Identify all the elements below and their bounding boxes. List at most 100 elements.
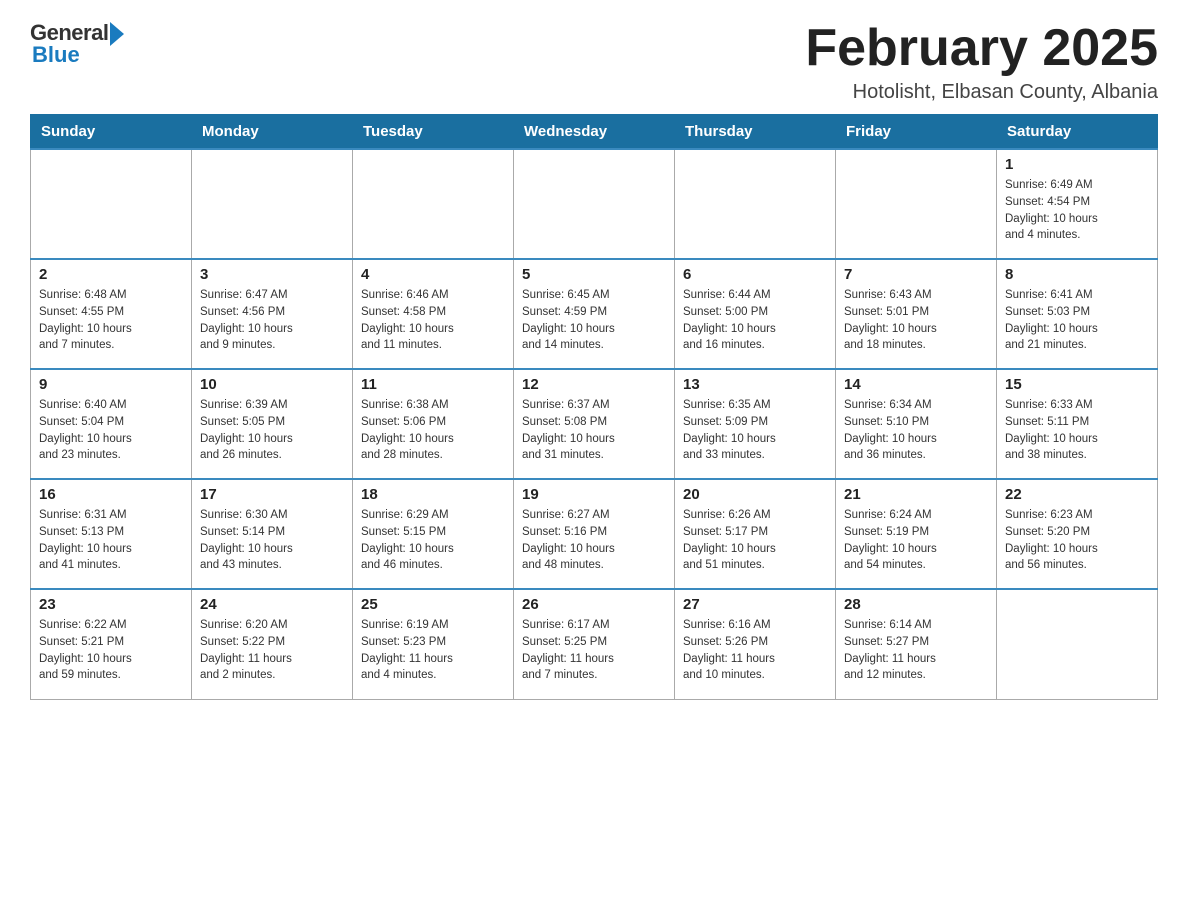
day-info: Sunrise: 6:35 AM Sunset: 5:09 PM Dayligh… <box>683 397 827 464</box>
day-number: 19 <box>522 486 666 503</box>
calendar-week-row: 2 Sunrise: 6:48 AM Sunset: 4:55 PM Daylig… <box>31 259 1158 369</box>
day-number: 9 <box>39 376 183 393</box>
day-info: Sunrise: 6:48 AM Sunset: 4:55 PM Dayligh… <box>39 287 183 354</box>
calendar-day-cell: 3 Sunrise: 6:47 AM Sunset: 4:56 PM Daylig… <box>192 259 353 369</box>
day-number: 14 <box>844 376 988 393</box>
calendar-day-header: Friday <box>836 115 997 150</box>
day-info: Sunrise: 6:17 AM Sunset: 5:25 PM Dayligh… <box>522 617 666 684</box>
calendar-day-cell <box>675 149 836 259</box>
day-info: Sunrise: 6:30 AM Sunset: 5:14 PM Dayligh… <box>200 507 344 574</box>
day-number: 11 <box>361 376 505 393</box>
calendar-day-cell: 21 Sunrise: 6:24 AM Sunset: 5:19 PM Dayli… <box>836 479 997 589</box>
calendar-day-cell <box>514 149 675 259</box>
logo: General Blue <box>30 20 124 68</box>
calendar-day-cell <box>353 149 514 259</box>
calendar-day-cell: 22 Sunrise: 6:23 AM Sunset: 5:20 PM Dayli… <box>997 479 1158 589</box>
calendar-day-cell: 13 Sunrise: 6:35 AM Sunset: 5:09 PM Dayli… <box>675 369 836 479</box>
calendar-day-cell <box>997 589 1158 699</box>
logo-blue-text: Blue <box>32 42 80 68</box>
calendar-day-cell: 25 Sunrise: 6:19 AM Sunset: 5:23 PM Dayli… <box>353 589 514 699</box>
day-number: 6 <box>683 266 827 283</box>
calendar-week-row: 1 Sunrise: 6:49 AM Sunset: 4:54 PM Daylig… <box>31 149 1158 259</box>
day-number: 18 <box>361 486 505 503</box>
day-info: Sunrise: 6:40 AM Sunset: 5:04 PM Dayligh… <box>39 397 183 464</box>
day-info: Sunrise: 6:14 AM Sunset: 5:27 PM Dayligh… <box>844 617 988 684</box>
day-number: 27 <box>683 596 827 613</box>
calendar-day-cell: 8 Sunrise: 6:41 AM Sunset: 5:03 PM Daylig… <box>997 259 1158 369</box>
day-number: 8 <box>1005 266 1149 283</box>
day-info: Sunrise: 6:37 AM Sunset: 5:08 PM Dayligh… <box>522 397 666 464</box>
day-info: Sunrise: 6:19 AM Sunset: 5:23 PM Dayligh… <box>361 617 505 684</box>
calendar-day-header: Thursday <box>675 115 836 150</box>
calendar-day-cell: 18 Sunrise: 6:29 AM Sunset: 5:15 PM Dayli… <box>353 479 514 589</box>
calendar-day-cell: 10 Sunrise: 6:39 AM Sunset: 5:05 PM Dayli… <box>192 369 353 479</box>
day-info: Sunrise: 6:41 AM Sunset: 5:03 PM Dayligh… <box>1005 287 1149 354</box>
day-info: Sunrise: 6:16 AM Sunset: 5:26 PM Dayligh… <box>683 617 827 684</box>
day-info: Sunrise: 6:23 AM Sunset: 5:20 PM Dayligh… <box>1005 507 1149 574</box>
day-number: 13 <box>683 376 827 393</box>
day-number: 5 <box>522 266 666 283</box>
day-info: Sunrise: 6:34 AM Sunset: 5:10 PM Dayligh… <box>844 397 988 464</box>
calendar-week-row: 9 Sunrise: 6:40 AM Sunset: 5:04 PM Daylig… <box>31 369 1158 479</box>
day-number: 25 <box>361 596 505 613</box>
calendar-day-header: Tuesday <box>353 115 514 150</box>
calendar-header-row: SundayMondayTuesdayWednesdayThursdayFrid… <box>31 115 1158 150</box>
day-info: Sunrise: 6:39 AM Sunset: 5:05 PM Dayligh… <box>200 397 344 464</box>
day-number: 3 <box>200 266 344 283</box>
logo-arrow-icon <box>110 22 124 46</box>
calendar-day-cell: 28 Sunrise: 6:14 AM Sunset: 5:27 PM Dayli… <box>836 589 997 699</box>
day-info: Sunrise: 6:20 AM Sunset: 5:22 PM Dayligh… <box>200 617 344 684</box>
calendar-day-cell: 9 Sunrise: 6:40 AM Sunset: 5:04 PM Daylig… <box>31 369 192 479</box>
day-info: Sunrise: 6:47 AM Sunset: 4:56 PM Dayligh… <box>200 287 344 354</box>
calendar-day-header: Monday <box>192 115 353 150</box>
calendar-day-cell: 5 Sunrise: 6:45 AM Sunset: 4:59 PM Daylig… <box>514 259 675 369</box>
calendar-day-header: Saturday <box>997 115 1158 150</box>
day-number: 26 <box>522 596 666 613</box>
calendar-day-cell: 27 Sunrise: 6:16 AM Sunset: 5:26 PM Dayli… <box>675 589 836 699</box>
day-info: Sunrise: 6:31 AM Sunset: 5:13 PM Dayligh… <box>39 507 183 574</box>
calendar-day-cell: 7 Sunrise: 6:43 AM Sunset: 5:01 PM Daylig… <box>836 259 997 369</box>
calendar-day-cell: 12Sunrise: 6:37 AM Sunset: 5:08 PM Dayli… <box>514 369 675 479</box>
day-info: Sunrise: 6:22 AM Sunset: 5:21 PM Dayligh… <box>39 617 183 684</box>
calendar-day-cell: 16 Sunrise: 6:31 AM Sunset: 5:13 PM Dayli… <box>31 479 192 589</box>
day-number: 7 <box>844 266 988 283</box>
calendar-day-cell: 2 Sunrise: 6:48 AM Sunset: 4:55 PM Daylig… <box>31 259 192 369</box>
calendar-day-cell: 24Sunrise: 6:20 AM Sunset: 5:22 PM Dayli… <box>192 589 353 699</box>
day-info: Sunrise: 6:29 AM Sunset: 5:15 PM Dayligh… <box>361 507 505 574</box>
calendar-day-cell: 19 Sunrise: 6:27 AM Sunset: 5:16 PM Dayli… <box>514 479 675 589</box>
day-number: 23 <box>39 596 183 613</box>
day-info: Sunrise: 6:46 AM Sunset: 4:58 PM Dayligh… <box>361 287 505 354</box>
day-number: 22 <box>1005 486 1149 503</box>
day-info: Sunrise: 6:24 AM Sunset: 5:19 PM Dayligh… <box>844 507 988 574</box>
calendar-day-cell: 15Sunrise: 6:33 AM Sunset: 5:11 PM Dayli… <box>997 369 1158 479</box>
calendar-day-cell: 14 Sunrise: 6:34 AM Sunset: 5:10 PM Dayli… <box>836 369 997 479</box>
day-number: 28 <box>844 596 988 613</box>
calendar-day-cell <box>192 149 353 259</box>
page-header: General Blue February 2025 Hotolisht, El… <box>30 20 1158 104</box>
calendar-day-cell: 11Sunrise: 6:38 AM Sunset: 5:06 PM Dayli… <box>353 369 514 479</box>
day-info: Sunrise: 6:27 AM Sunset: 5:16 PM Dayligh… <box>522 507 666 574</box>
day-number: 10 <box>200 376 344 393</box>
day-number: 16 <box>39 486 183 503</box>
calendar-day-cell <box>836 149 997 259</box>
calendar-week-row: 23 Sunrise: 6:22 AM Sunset: 5:21 PM Dayli… <box>31 589 1158 699</box>
day-number: 21 <box>844 486 988 503</box>
calendar-day-cell: 1 Sunrise: 6:49 AM Sunset: 4:54 PM Daylig… <box>997 149 1158 259</box>
calendar-day-cell: 20Sunrise: 6:26 AM Sunset: 5:17 PM Dayli… <box>675 479 836 589</box>
day-info: Sunrise: 6:43 AM Sunset: 5:01 PM Dayligh… <box>844 287 988 354</box>
day-info: Sunrise: 6:45 AM Sunset: 4:59 PM Dayligh… <box>522 287 666 354</box>
day-number: 15 <box>1005 376 1149 393</box>
location-text: Hotolisht, Elbasan County, Albania <box>805 81 1158 104</box>
day-number: 2 <box>39 266 183 283</box>
title-block: February 2025 Hotolisht, Elbasan County,… <box>805 20 1158 104</box>
calendar-day-cell: 26 Sunrise: 6:17 AM Sunset: 5:25 PM Dayli… <box>514 589 675 699</box>
calendar-day-header: Wednesday <box>514 115 675 150</box>
calendar-day-cell: 17 Sunrise: 6:30 AM Sunset: 5:14 PM Dayli… <box>192 479 353 589</box>
day-info: Sunrise: 6:49 AM Sunset: 4:54 PM Dayligh… <box>1005 177 1149 244</box>
day-number: 17 <box>200 486 344 503</box>
calendar-week-row: 16 Sunrise: 6:31 AM Sunset: 5:13 PM Dayli… <box>31 479 1158 589</box>
day-number: 1 <box>1005 156 1149 173</box>
month-title: February 2025 <box>805 20 1158 77</box>
calendar-day-cell <box>31 149 192 259</box>
day-info: Sunrise: 6:26 AM Sunset: 5:17 PM Dayligh… <box>683 507 827 574</box>
